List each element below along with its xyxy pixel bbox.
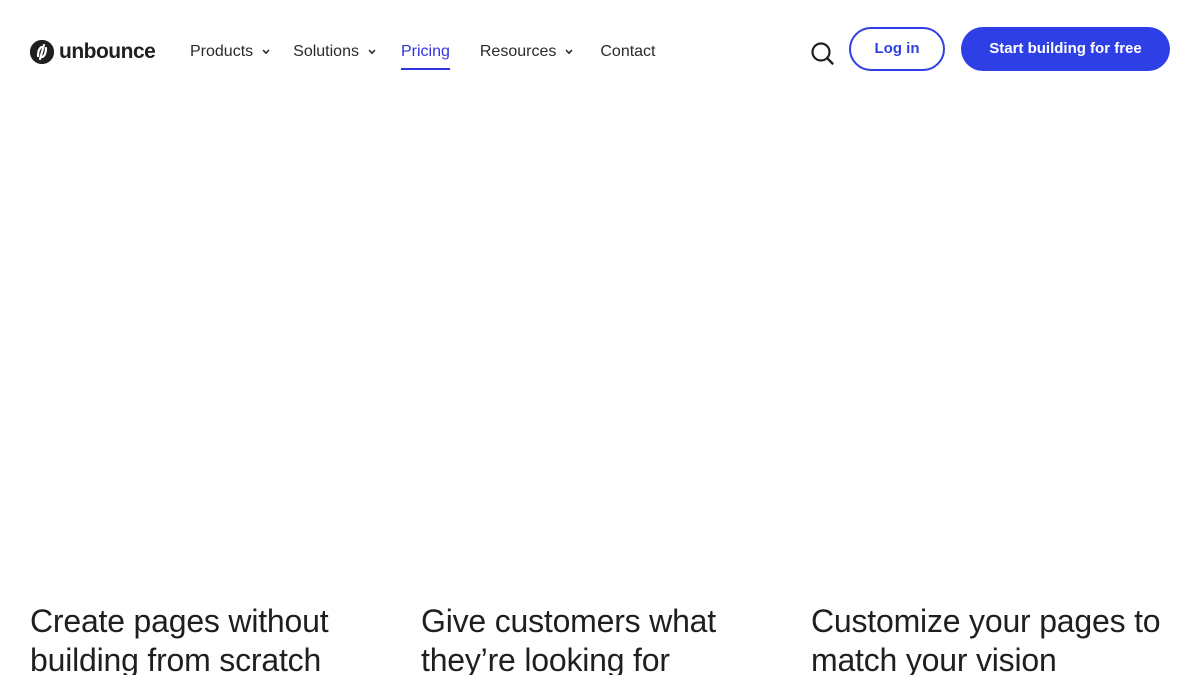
- search-button[interactable]: [809, 40, 835, 66]
- site-header: unbounce Products Solutions Pricing Reso…: [0, 0, 1200, 100]
- unbounce-logo[interactable]: unbounce: [30, 39, 156, 65]
- feature-title-create-pages: Create pages without building from scrat…: [30, 603, 329, 675]
- nav-item-contact[interactable]: Contact: [600, 38, 655, 66]
- nav-item-solutions[interactable]: Solutions: [293, 38, 377, 66]
- feature-title-customize: Customize your pages to match your visio…: [811, 603, 1161, 675]
- nav-item-pricing[interactable]: Pricing: [400, 38, 450, 70]
- chevron-down-icon: [566, 49, 573, 54]
- nav-item-label: Pricing: [400, 43, 450, 60]
- logo-text: unbounce: [59, 40, 156, 63]
- page: unbounce Products Solutions Pricing Reso…: [0, 0, 1200, 675]
- nav-item-label: Products: [190, 43, 254, 60]
- unbounce-logo-icon: [30, 40, 54, 64]
- feature-title-give-customers: Give customers what they’re looking for: [421, 603, 716, 675]
- search-icon: [811, 42, 834, 65]
- nav-item-label: Solutions: [293, 43, 359, 60]
- chevron-down-icon: [262, 49, 270, 54]
- nav-item-label: Resources: [479, 43, 557, 60]
- main-nav: Products Solutions Pricing Resources Con…: [190, 38, 656, 70]
- chevron-down-icon: [368, 49, 376, 54]
- start-building-button[interactable]: Start building for free: [961, 27, 1170, 71]
- login-button[interactable]: Log in: [849, 27, 945, 71]
- nav-item-products[interactable]: Products: [190, 38, 271, 66]
- nav-item-label: Contact: [600, 43, 656, 60]
- nav-item-resources[interactable]: Resources: [480, 38, 574, 66]
